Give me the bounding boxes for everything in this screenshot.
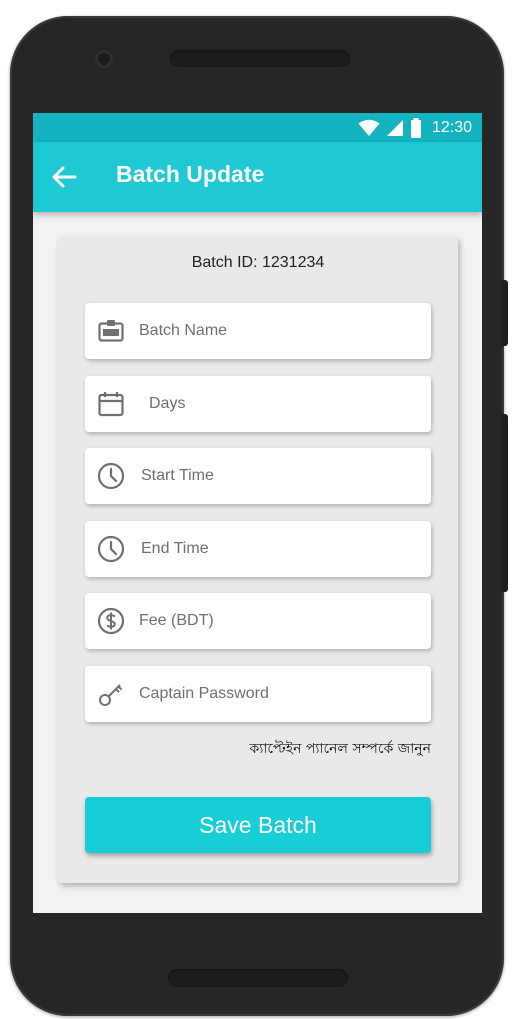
key-icon [99, 684, 123, 706]
end-time-input[interactable] [141, 521, 421, 577]
clock-icon [97, 462, 125, 490]
front-camera [95, 50, 113, 68]
end-time-field[interactable] [85, 521, 431, 577]
calendar-icon [98, 392, 124, 417]
arrow-back-icon [52, 166, 77, 188]
batch-name-input[interactable] [139, 303, 419, 359]
captain-panel-link[interactable]: ক্যাপ্টেইন প্যানেল সম্পর্কে জানুন [249, 737, 431, 761]
signal-icon [386, 120, 403, 136]
batch-name-field[interactable] [85, 303, 431, 359]
app-bar: Batch Update [33, 142, 482, 212]
status-icons: 12:30 [358, 117, 472, 139]
batch-form-card: Batch ID: 1231234 Batch Name Days Start … [58, 237, 458, 883]
power-button [502, 414, 508, 592]
bottom-speaker [168, 969, 348, 987]
batch-id-label: Batch ID: 1231234 [191, 254, 325, 271]
phone-screen: 12:30 Batch Update Batch ID: 1231234 Bat… [33, 113, 482, 913]
clock-icon [97, 535, 125, 563]
badge-icon [98, 320, 124, 342]
start-time-input[interactable] [141, 448, 421, 504]
status-time: 12:30 [431, 119, 472, 136]
earpiece-speaker [170, 50, 350, 67]
start-time-field[interactable] [85, 448, 431, 504]
save-batch-button[interactable]: Save Batch [85, 797, 431, 853]
dollar-icon [97, 607, 125, 635]
captain-password-input[interactable] [139, 666, 419, 722]
wifi-icon [358, 119, 380, 136]
status-bar: 12:30 [33, 113, 482, 142]
days-input[interactable] [149, 376, 429, 432]
fee-field[interactable] [85, 593, 431, 649]
back-button[interactable] [49, 162, 79, 192]
battery-icon [410, 118, 421, 138]
page-title: Batch Update [116, 161, 265, 187]
days-field[interactable] [85, 376, 431, 432]
volume-button [502, 280, 508, 346]
captain-password-field[interactable] [85, 666, 431, 722]
fee-input[interactable] [139, 593, 419, 649]
